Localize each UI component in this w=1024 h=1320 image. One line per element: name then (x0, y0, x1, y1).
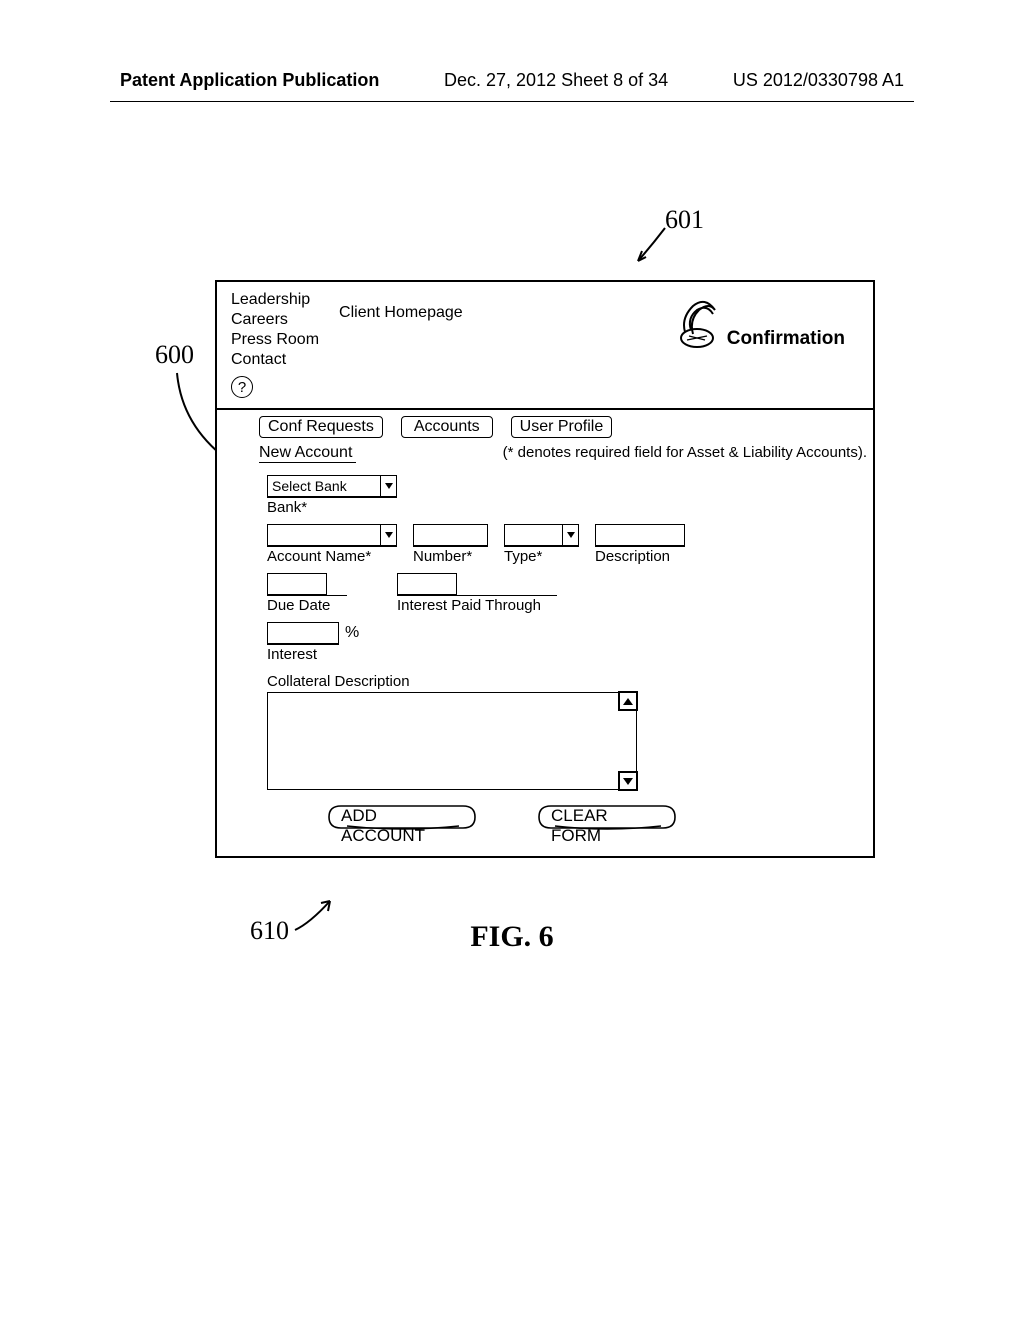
number-input[interactable] (413, 524, 488, 546)
number-label: Number* (413, 546, 488, 565)
nav-link-press-room[interactable]: Press Room (231, 330, 319, 350)
chevron-down-icon (380, 476, 396, 496)
bank-select-value: Select Bank (268, 476, 380, 496)
percent-label: % (345, 624, 359, 642)
top-bar: Leadership Careers Press Room Contact Cl… (217, 282, 873, 374)
logo-icon (679, 300, 721, 350)
brand-logo: Confirmation (679, 290, 845, 350)
help-row: ? (217, 374, 873, 408)
callout-600-label: 600 (155, 340, 194, 369)
tabs: Conf Requests Accounts User Profile (217, 410, 873, 442)
page-header: Patent Application Publication Dec. 27, … (0, 0, 1024, 101)
scroll-down-icon[interactable] (618, 771, 638, 791)
due-date-input[interactable] (267, 573, 327, 595)
interest-paid-label: Interest Paid Through (397, 595, 557, 614)
due-date-label: Due Date (267, 595, 347, 614)
interest-label: Interest (267, 644, 339, 663)
account-name-label: Account Name* (267, 546, 397, 565)
add-account-button[interactable]: ADD ACCOUNT (327, 804, 477, 830)
nav-links: Leadership Careers Press Room Contact (231, 290, 319, 370)
collateral-textarea[interactable] (267, 692, 637, 790)
callout-600: 600 (155, 340, 194, 370)
help-icon[interactable]: ? (231, 376, 253, 398)
form-title: New Account (259, 444, 356, 463)
interest-input[interactable] (267, 622, 339, 644)
description-field: Description (595, 524, 685, 565)
number-field: Number* (413, 524, 488, 565)
required-note: (* denotes required field for Asset & Li… (503, 444, 867, 461)
bank-select[interactable]: Select Bank (267, 475, 397, 497)
account-name-field: Account Name* (267, 524, 397, 565)
description-input[interactable] (595, 524, 685, 546)
chevron-down-icon (562, 525, 578, 545)
form-header: New Account (* denotes required field fo… (217, 442, 873, 465)
tab-conf-requests[interactable]: Conf Requests (259, 416, 383, 438)
tab-user-profile[interactable]: User Profile (511, 416, 613, 438)
nav-link-careers[interactable]: Careers (231, 310, 319, 330)
clear-form-label: CLEAR FORM (551, 806, 608, 845)
figure-caption: FIG. 6 (0, 920, 1024, 954)
callout-601: 601 (665, 205, 704, 235)
header-left: Patent Application Publication (120, 70, 379, 91)
nav-link-contact[interactable]: Contact (231, 350, 319, 370)
account-name-select[interactable] (267, 524, 397, 546)
client-homepage-link[interactable]: Client Homepage (339, 290, 463, 322)
tab-accounts[interactable]: Accounts (401, 416, 493, 438)
nav-link-leadership[interactable]: Leadership (231, 290, 319, 310)
ui-window: Leadership Careers Press Room Contact Cl… (215, 280, 875, 858)
callout-arrow-icon (630, 223, 675, 268)
header-center: Dec. 27, 2012 Sheet 8 of 34 (444, 70, 668, 91)
form-buttons: ADD ACCOUNT CLEAR FORM (267, 790, 863, 844)
bank-field: Select Bank Bank* (267, 475, 397, 516)
interest-paid-input[interactable] (397, 573, 457, 595)
chevron-down-icon (380, 525, 396, 545)
new-account-form: Select Bank Bank* Account Name* Number* (217, 465, 873, 856)
collateral-label: Collateral Description (267, 673, 863, 690)
interest-paid-field: Interest Paid Through (397, 573, 457, 614)
type-label: Type* (504, 546, 579, 565)
interest-field: % Interest (267, 622, 367, 663)
header-rule (110, 101, 914, 102)
type-select[interactable] (504, 524, 579, 546)
brand-name: Confirmation (727, 328, 845, 350)
type-field: Type* (504, 524, 579, 565)
due-date-field: Due Date (267, 573, 327, 614)
clear-form-button[interactable]: CLEAR FORM (537, 804, 677, 830)
description-label: Description (595, 546, 685, 565)
bank-label: Bank* (267, 497, 397, 516)
scroll-up-icon[interactable] (618, 691, 638, 711)
header-right: US 2012/0330798 A1 (733, 70, 904, 91)
